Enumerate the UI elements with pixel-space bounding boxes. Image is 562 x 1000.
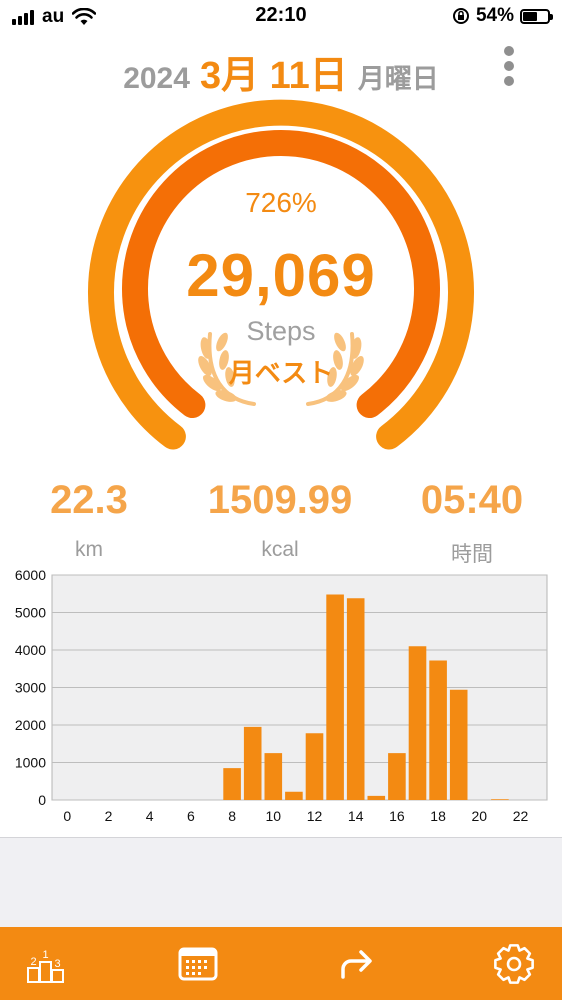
tab-share[interactable]	[316, 927, 396, 1000]
share-arrow-icon	[341, 949, 372, 979]
bar	[285, 791, 303, 800]
y-tick-label: 0	[38, 792, 46, 808]
x-tick-label: 6	[187, 808, 195, 824]
goal-percent: 726%	[245, 187, 317, 218]
y-tick-label: 5000	[15, 605, 46, 621]
battery-percent: 54%	[475, 5, 514, 26]
bar	[346, 598, 365, 800]
svg-text:2: 2	[30, 956, 36, 968]
date-header: 2024 3月 11日 月曜日	[0, 44, 562, 97]
x-tick-label: 16	[389, 808, 405, 824]
date-month-day[interactable]: 3月 11日	[200, 55, 348, 97]
y-tick-label: 6000	[15, 567, 46, 583]
distance-stat: 22.3 km	[0, 478, 189, 562]
tab-ranking[interactable]: 1 2 3	[6, 927, 86, 1000]
monthly-best-badge: 月ベスト	[228, 358, 334, 388]
y-tick-label: 4000	[15, 642, 46, 658]
status-bar-right: 54%	[452, 5, 553, 27]
tab-settings[interactable]	[474, 927, 554, 1000]
y-tick-label: 2000	[15, 717, 46, 733]
date-year: 2024	[123, 62, 190, 95]
duration-stat: 05:40 時間	[372, 478, 562, 568]
x-tick-label: 4	[146, 808, 154, 824]
x-tick-label: 22	[513, 808, 529, 824]
calendar-icon	[178, 947, 218, 980]
hourly-steps-chart: 0 1000 2000 3000 4000 5000 6000 0 2 4 6 8 10 12 14 16 18…	[0, 565, 562, 830]
bar	[367, 795, 386, 800]
gear-outline	[494, 943, 534, 984]
more-vertical-icon[interactable]	[500, 46, 518, 86]
bar	[408, 646, 427, 800]
calories-value: 1509.99	[207, 478, 353, 522]
bottom-tab-bar: 1 2 3	[0, 927, 562, 1000]
x-tick-label: 8	[228, 808, 236, 824]
x-tick-label: 12	[307, 808, 323, 824]
svg-text:3: 3	[54, 958, 60, 970]
bar	[264, 753, 283, 800]
orientation-lock-icon	[452, 8, 469, 24]
bar	[388, 753, 406, 800]
bar	[223, 768, 241, 800]
hourly-steps-chart-svg: 0 1000 2000 3000 4000 5000 6000 0 2 4 6 8 10 12 14 16 18…	[15, 567, 548, 824]
x-tick-label: 18	[430, 808, 446, 824]
bar	[491, 799, 509, 800]
bar	[305, 733, 324, 800]
bar	[449, 689, 468, 800]
battery-icon	[520, 8, 553, 24]
steps-label: Steps	[246, 316, 316, 346]
x-tick-label: 10	[266, 808, 282, 824]
x-tick-label: 20	[472, 808, 488, 824]
tab-calendar[interactable]	[158, 927, 238, 1000]
date-weekday: 月曜日	[357, 64, 439, 94]
status-bar: au 22:10 54%	[0, 0, 562, 34]
x-tick-label: 14	[348, 808, 364, 824]
x-tick-label: 2	[105, 808, 113, 824]
svg-text:1: 1	[42, 949, 48, 961]
duration-unit: 時間	[451, 543, 493, 566]
empty-area	[0, 837, 562, 928]
bar	[243, 726, 262, 800]
bar	[326, 594, 344, 800]
distance-value: 22.3	[50, 478, 128, 522]
gear-hub	[506, 956, 522, 971]
y-tick-label: 1000	[15, 755, 46, 771]
calories-unit: kcal	[261, 538, 299, 561]
x-tick-label: 0	[63, 808, 71, 824]
gear-icon	[494, 943, 534, 984]
y-tick-label: 3000	[15, 680, 46, 696]
step-count: 29,069	[186, 242, 376, 309]
calories-stat: 1509.99 kcal	[180, 478, 380, 562]
duration-value: 05:40	[420, 478, 524, 522]
ranking-podium-icon: 1 2 3	[27, 949, 64, 983]
bar	[429, 660, 447, 800]
distance-unit: km	[75, 538, 103, 561]
